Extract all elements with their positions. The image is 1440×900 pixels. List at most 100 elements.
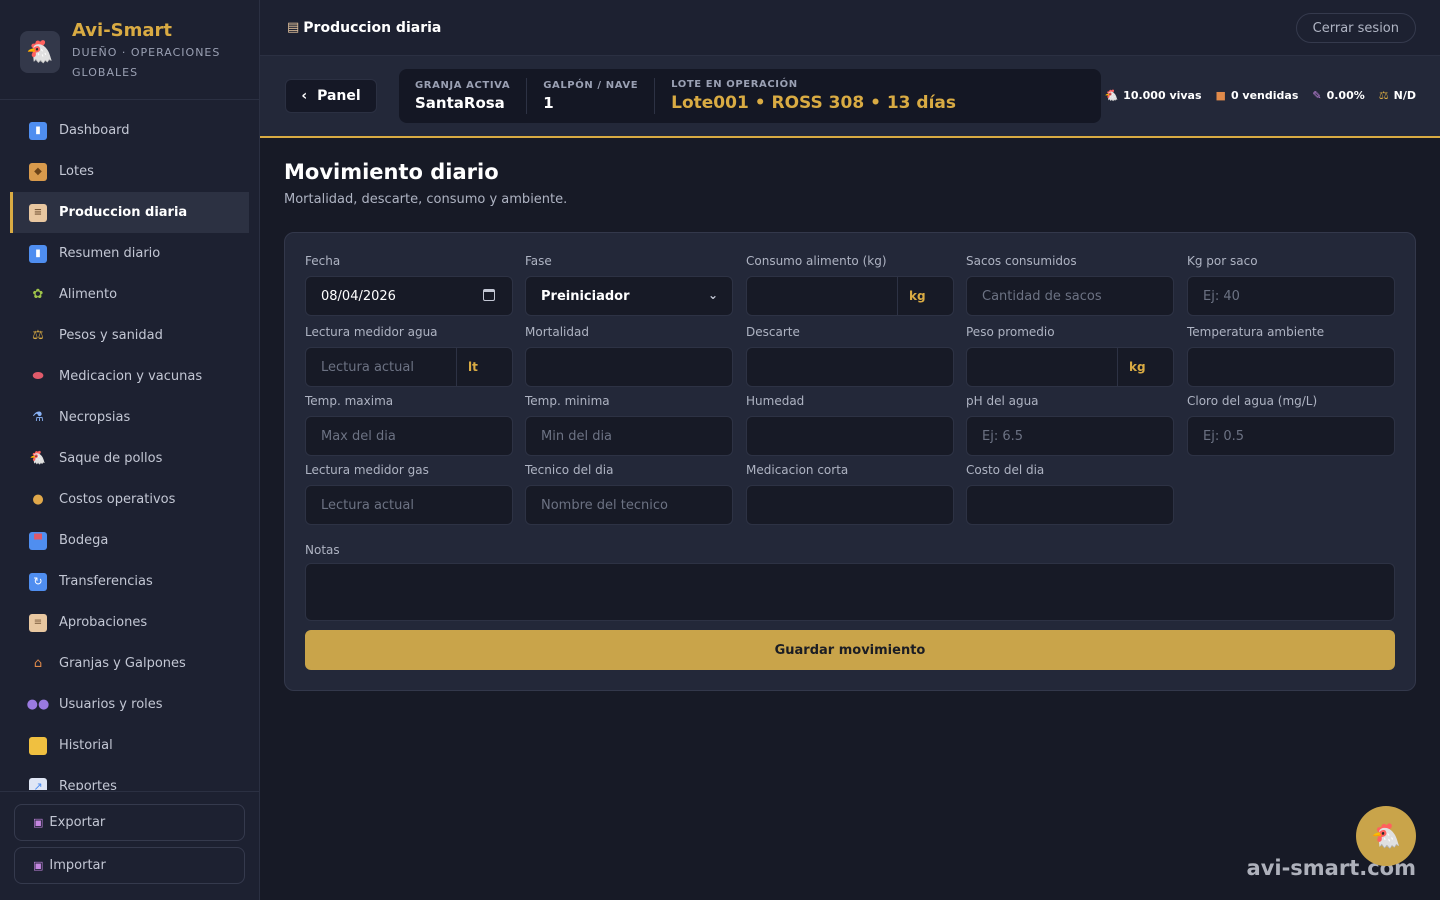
sidebar-item-label: Produccion diaria [59,205,188,220]
sidebar: 🐔 Avi-Smart DUEÑO · OPERACIONES GLOBALES… [0,0,260,900]
sidebar-footer: ▣ Exportar ▣ Importar [0,791,259,900]
sidebar-item-lotes[interactable]: ◆ Lotes [10,151,249,192]
logout-button[interactable]: Cerrar sesion [1295,13,1416,43]
sidebar-item-dashboard[interactable]: ▮ Dashboard [10,110,249,151]
sidebar-item-label: Resumen diario [59,246,161,261]
kg-saco-label: Kg por saco [1187,254,1258,268]
page-title: Movimiento diario [284,160,499,184]
field-humedad: Humedad [746,394,954,456]
mortalidad-input[interactable] [525,347,733,387]
field-ph: pH del agua Ej: 6.5 [966,394,1174,456]
sidebar-item-historial[interactable]: ■ Historial [10,725,249,766]
sidebar-item-costos[interactable]: ● Costos operativos [10,479,249,520]
export-button[interactable]: ▣ Exportar [14,804,245,841]
sidebar-item-pesos-sanidad[interactable]: ⚖ Pesos y sanidad [10,315,249,356]
kg-saco-input[interactable]: Ej: 40 [1187,276,1395,316]
microscope-icon: ⚗ [32,410,44,425]
sidebar-item-alimento[interactable]: ✿ Alimento [10,274,249,315]
page-header-title: ▤ Produccion diaria [287,20,441,36]
temp-ambiente-input[interactable] [1187,347,1395,387]
barn-value: 1 [543,94,554,112]
consumo-input[interactable]: kg [746,276,954,316]
sacos-input[interactable]: Cantidad de sacos [966,276,1174,316]
field-fase: Fase Preiniciador ⌄ [525,254,733,316]
field-temp-ambiente: Temperatura ambiente [1187,325,1395,387]
sidebar-item-aprobaciones[interactable]: ≡ Aprobaciones [10,602,249,643]
sold-stat: ■ 0 vendidas [1216,89,1299,102]
active-barn: GALPÓN / NAVE 1 [527,78,656,114]
mortalidad-label: Mortalidad [525,325,589,339]
field-temp-max: Temp. maxima Max del dia [305,394,513,456]
sidebar-item-label: Usuarios y roles [59,697,163,712]
field-kg-saco: Kg por saco Ej: 40 [1187,254,1395,316]
fase-label: Fase [525,254,552,268]
sidebar-item-usuarios[interactable]: ●● Usuarios y roles [10,684,249,725]
consumo-label: Consumo alimento (kg) [746,254,887,268]
export-label: Exportar [49,815,106,830]
fecha-input[interactable]: 08/04/2026 [305,276,513,316]
fecha-label: Fecha [305,254,341,268]
sidebar-item-necropsias[interactable]: ⚗ Necropsias [10,397,249,438]
sidebar-item-reportes[interactable]: ↗ Reportes [10,766,249,790]
peso-unit: kg [1117,348,1173,386]
sidebar-item-saque-pollos[interactable]: 🐔 Saque de pollos [10,438,249,479]
sidebar-item-label: Lotes [59,164,94,179]
descarte-input[interactable] [746,347,954,387]
weight-stat: ⚖ N/D [1379,89,1416,102]
agua-placeholder: Lectura actual [321,359,414,375]
sidebar-item-produccion-diaria[interactable]: ≡ Produccion diaria [10,192,249,233]
page-subtitle: Mortalidad, descarte, consumo y ambiente… [284,192,568,207]
sidebar-item-bodega[interactable]: ▀ Bodega [10,520,249,561]
topbar: ▤ Produccion diaria Cerrar sesion [260,0,1440,56]
fase-select[interactable]: Preiniciador ⌄ [525,276,733,316]
calendar-icon[interactable] [483,289,495,301]
field-medicacion: Medicacion corta [746,463,954,525]
sidebar-item-granjas[interactable]: ⌂ Granjas y Galpones [10,643,249,684]
humedad-input[interactable] [746,416,954,456]
truck-icon: ■ [1215,89,1226,102]
gas-input[interactable]: Lectura actual [305,485,513,525]
peso-input[interactable]: kg [966,347,1174,387]
daily-movement-form: Fecha 08/04/2026 Fase Preiniciador ⌄ Con… [284,232,1416,691]
sidebar-item-label: Necropsias [59,410,131,425]
notas-textarea[interactable] [305,563,1395,621]
panel-back-button[interactable]: ‹ Panel [285,79,377,113]
medicacion-input[interactable] [746,485,954,525]
sidebar-item-medicacion[interactable]: ⬬ Medicacion y vacunas [10,356,249,397]
skull-icon: ✎ [1312,89,1322,102]
assistant-fab[interactable]: 🐔 [1356,806,1416,866]
temp-min-input[interactable]: Min del dia [525,416,733,456]
field-consumo: Consumo alimento (kg) kg [746,254,954,316]
sidebar-item-resumen-diario[interactable]: ▮ Resumen diario [10,233,249,274]
brand-title: Avi-Smart [72,20,173,41]
agua-input[interactable]: Lectura actual lt [305,347,513,387]
barn-label: GALPÓN / NAVE [543,80,639,91]
hen-icon: 🐔 [1371,822,1401,850]
panel-label: Panel [317,88,361,104]
sidebar-item-label: Bodega [59,533,109,548]
tecnico-input[interactable]: Nombre del tecnico [525,485,733,525]
sidebar-item-label: Aprobaciones [59,615,148,630]
ph-input[interactable]: Ej: 6.5 [966,416,1174,456]
cloro-input[interactable]: Ej: 0.5 [1187,416,1395,456]
temp-max-label: Temp. maxima [305,394,394,408]
costo-input[interactable] [966,485,1174,525]
save-movement-button[interactable]: Guardar movimiento [305,630,1395,670]
peso-label: Peso promedio [966,325,1055,339]
temp-max-input[interactable]: Max del dia [305,416,513,456]
alive-stat: 🐔 10.000 vivas [1104,89,1201,102]
field-fecha: Fecha 08/04/2026 [305,254,513,316]
bar-chart-icon: ▮ [29,244,47,263]
scale-icon: ⚖ [32,328,44,343]
sidebar-item-transferencias[interactable]: ↻ Transferencias [10,561,249,602]
agua-unit: lt [456,348,512,386]
store-icon: ▀ [29,531,47,550]
refresh-icon: ↻ [29,572,47,591]
cloro-label: Cloro del agua (mg/L) [1187,394,1318,408]
field-gas: Lectura medidor gas Lectura actual [305,463,513,525]
tecnico-label: Tecnico del dia [525,463,614,477]
field-sacos: Sacos consumidos Cantidad de sacos [966,254,1174,316]
descarte-label: Descarte [746,325,800,339]
import-button[interactable]: ▣ Importar [14,847,245,884]
temp-min-label: Temp. minima [525,394,610,408]
